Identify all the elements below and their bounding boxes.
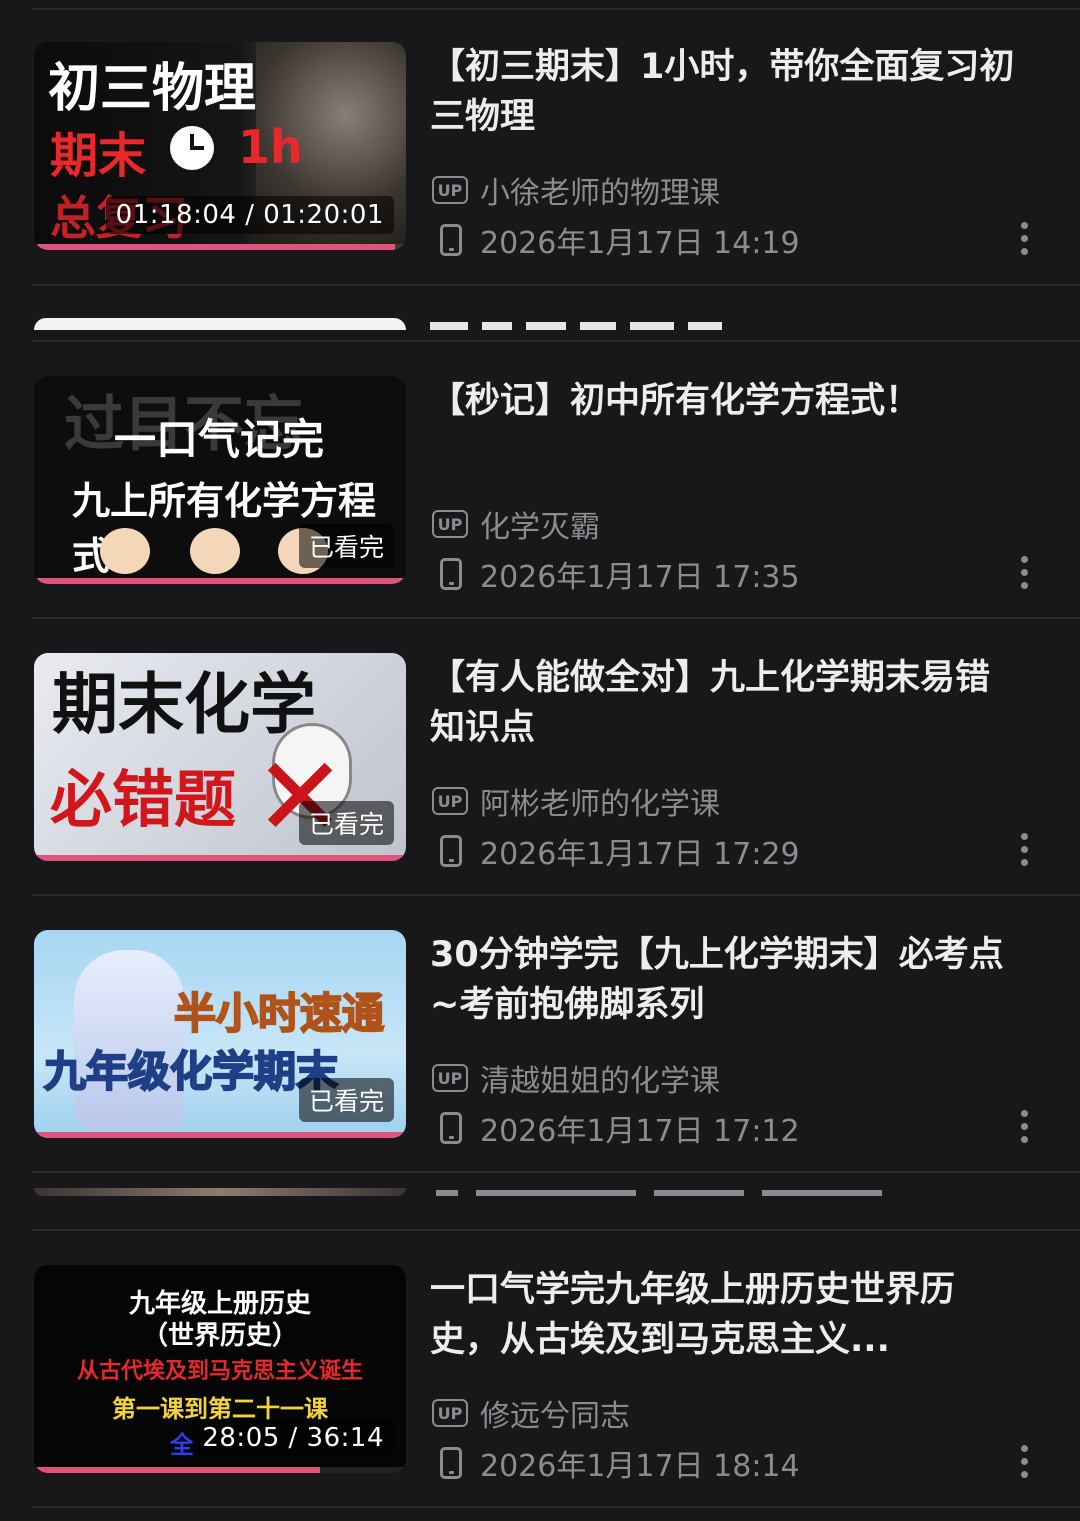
up-icon: UP	[432, 1399, 468, 1427]
thumbnail-text: （世界历史）	[141, 1321, 298, 1351]
thumbnail-text: 从古代埃及到马克思主义诞生	[76, 1359, 363, 1384]
thumbnail-text: 初三物理	[48, 59, 257, 119]
phone-icon	[440, 558, 462, 590]
video-thumbnail[interactable]: 初三物理 期末 1h 总复习 01:18:04 / 01:20:01	[34, 42, 406, 250]
author-row[interactable]: UP 清越姐姐的化学课	[432, 1056, 720, 1100]
watch-progress-bar	[34, 244, 395, 250]
thumbnail-text: 期末	[50, 128, 147, 184]
thumbnail-text: 一口气记完	[114, 415, 325, 464]
up-icon: UP	[432, 176, 468, 204]
divider	[32, 1171, 1080, 1173]
author-row[interactable]: UP 小徐老师的物理课	[432, 168, 720, 212]
clipped-title	[430, 322, 900, 330]
thumbnail-text: 九年级化学期末	[43, 1046, 339, 1097]
video-timecode: 01:18:04 / 01:20:01	[105, 196, 394, 234]
date-row: 2026年1月17日 18:14	[432, 1441, 800, 1485]
date-row: 2026年1月17日 17:12	[432, 1106, 800, 1150]
watch-progress-bar	[34, 855, 406, 861]
video-thumbnail[interactable]: 半小时速通 九年级化学期末 已看完	[34, 930, 406, 1138]
author-name[interactable]: 清越姐姐的化学课	[480, 1056, 720, 1100]
watched-badge: 已看完	[298, 524, 394, 568]
up-icon: UP	[432, 1064, 468, 1092]
more-options-icon[interactable]	[1017, 556, 1031, 589]
watch-date: 2026年1月17日 14:19	[480, 226, 800, 261]
more-options-icon[interactable]	[1017, 1110, 1031, 1143]
watch-date: 2026年1月17日 17:35	[480, 560, 800, 595]
divider	[32, 894, 1080, 896]
watch-progress-bar	[34, 578, 406, 584]
divider	[32, 340, 1080, 342]
watch-date: 2026年1月17日 17:12	[480, 1114, 800, 1149]
thumbnail-text: 全	[170, 1431, 194, 1459]
phone-icon	[440, 835, 462, 867]
video-thumbnail[interactable]: 期末化学 必错题 ✕ 已看完	[34, 653, 406, 861]
clipped-meta	[436, 1190, 956, 1196]
divider	[32, 284, 1080, 286]
video-timecode: 28:05 / 36:14	[192, 1419, 394, 1457]
video-title[interactable]: 【初三期末】1小时，带你全面复习初三物理	[430, 42, 1020, 142]
date-row: 2026年1月17日 17:29	[432, 829, 800, 873]
watched-badge: 已看完	[298, 801, 394, 845]
phone-icon	[440, 1447, 462, 1479]
more-options-icon[interactable]	[1017, 1445, 1031, 1478]
video-title[interactable]: 30分钟学完【九上化学期末】必考点~考前抱佛脚系列	[430, 930, 1020, 1030]
author-name[interactable]: 阿彬老师的化学课	[480, 779, 720, 823]
author-row[interactable]: UP 化学灭霸	[432, 502, 600, 546]
phone-icon	[440, 1112, 462, 1144]
divider	[32, 1229, 1080, 1231]
more-options-icon[interactable]	[1017, 222, 1031, 255]
author-name[interactable]: 化学灭霸	[480, 502, 600, 546]
clipped-thumbnail	[34, 1188, 406, 1196]
thumbnail-text: 必错题	[50, 763, 237, 836]
video-thumbnail[interactable]: 过目不忘 一口气记完 九上所有化学方程式 已看完	[34, 376, 406, 584]
watch-date: 2026年1月17日 18:14	[480, 1449, 800, 1484]
divider	[32, 1506, 1080, 1508]
video-title[interactable]: 【秒记】初中所有化学方程式！	[430, 376, 1020, 426]
watch-progress-bar	[34, 1132, 406, 1138]
date-row: 2026年1月17日 17:35	[432, 552, 800, 596]
thumbnail-text: 1h	[238, 120, 303, 174]
up-icon: UP	[432, 787, 468, 815]
watch-date: 2026年1月17日 17:29	[480, 837, 800, 872]
video-title[interactable]: 【有人能做全对】九上化学期末易错知识点	[430, 653, 1020, 753]
author-name[interactable]: 小徐老师的物理课	[480, 168, 720, 212]
author-name[interactable]: 修远兮同志	[480, 1391, 630, 1435]
author-row[interactable]: UP 修远兮同志	[432, 1391, 630, 1435]
video-title[interactable]: 一口气学完九年级上册历史世界历史，从古埃及到马克思主义...	[430, 1265, 1020, 1365]
cartoon-face-icon	[190, 528, 240, 574]
watch-progress-bar	[34, 1467, 321, 1473]
more-options-icon[interactable]	[1017, 833, 1031, 866]
date-row: 2026年1月17日 14:19	[432, 218, 800, 262]
author-row[interactable]: UP 阿彬老师的化学课	[432, 779, 720, 823]
clock-icon	[170, 126, 214, 170]
video-thumbnail[interactable]: 九年级上册历史 （世界历史） 从古代埃及到马克思主义诞生 第一课到第二十一课 全…	[34, 1265, 406, 1473]
up-icon: UP	[432, 510, 468, 538]
clipped-thumbnail	[34, 318, 406, 330]
phone-icon	[440, 224, 462, 256]
thumbnail-text: 半小时速通	[173, 988, 385, 1039]
cartoon-face-icon	[100, 528, 150, 574]
watched-badge: 已看完	[298, 1078, 394, 1122]
divider	[32, 617, 1080, 619]
divider	[32, 8, 1080, 10]
